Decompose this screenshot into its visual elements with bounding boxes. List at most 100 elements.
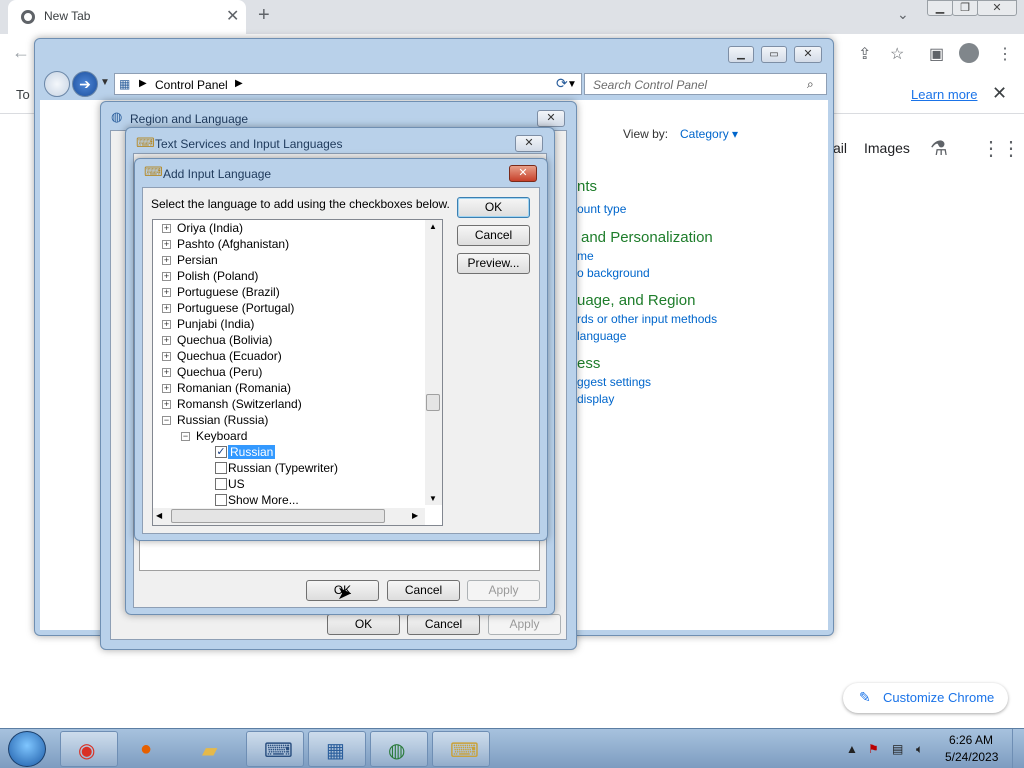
keyboard-option[interactable]: Russian: [228, 445, 276, 459]
new-tab-button[interactable]: +: [258, 4, 270, 27]
expand-icon[interactable]: +: [162, 224, 171, 233]
network-icon[interactable]: ▤: [892, 742, 903, 756]
ail-cancel-button[interactable]: Cancel: [457, 225, 530, 246]
keyboard-option[interactable]: Show More...: [228, 493, 299, 507]
language-item[interactable]: Pashto (Afghanistan): [177, 237, 289, 251]
category-link[interactable]: language: [577, 329, 626, 343]
action-center-icon[interactable]: ⚑: [868, 742, 879, 756]
category-heading[interactable]: and Personalization: [581, 229, 713, 246]
close-button[interactable]: ✕: [977, 0, 1017, 16]
vertical-scrollbar[interactable]: [425, 220, 442, 505]
customize-chrome-button[interactable]: ✎ Customize Chrome: [843, 683, 1008, 713]
rl-close-button[interactable]: ✕: [537, 110, 565, 127]
ail-preview-button[interactable]: Preview...: [457, 253, 530, 274]
cp-maximize-button[interactable]: ▭: [761, 46, 787, 63]
address-field[interactable]: ▦ ▶ Control Panel ▶ ▼: [114, 73, 582, 95]
history-dropdown-icon[interactable]: ▼: [100, 77, 110, 88]
restore-button[interactable]: ❐: [952, 0, 978, 16]
expand-icon[interactable]: +: [162, 304, 171, 313]
expand-icon[interactable]: +: [162, 288, 171, 297]
taskbar-explorer[interactable]: ▰: [184, 731, 242, 767]
checkbox-show-more[interactable]: [215, 494, 227, 506]
star-icon[interactable]: ☆: [890, 44, 904, 64]
taskbar-chrome[interactable]: ◉: [60, 731, 118, 767]
language-item[interactable]: Punjabi (India): [177, 317, 254, 331]
language-item[interactable]: Portuguese (Brazil): [177, 285, 280, 299]
apps-grid-icon[interactable]: ⋮⋮: [981, 136, 1021, 161]
language-item[interactable]: Quechua (Peru): [177, 365, 262, 379]
category-link[interactable]: ount type: [577, 202, 626, 216]
close-tab-icon[interactable]: ✕: [226, 6, 239, 26]
language-item[interactable]: Quechua (Ecuador): [177, 349, 282, 363]
checkbox-russian-typewriter[interactable]: [215, 462, 227, 474]
breadcrumb-chevron-icon[interactable]: ▶: [235, 78, 243, 89]
category-heading[interactable]: ess: [577, 355, 600, 372]
category-link[interactable]: rds or other input methods: [577, 312, 717, 326]
taskbar-region[interactable]: ◍: [370, 731, 428, 767]
minimize-button[interactable]: ▁: [927, 0, 953, 16]
category-link[interactable]: display: [577, 392, 614, 406]
learn-more-link[interactable]: Learn more: [911, 87, 977, 102]
category-heading[interactable]: uage, and Region: [577, 292, 695, 309]
horizontal-scroll-thumb[interactable]: [171, 509, 385, 523]
avatar[interactable]: [959, 43, 979, 63]
view-by-dropdown[interactable]: Category ▾: [680, 127, 738, 141]
clock-date[interactable]: 5/24/2023: [945, 750, 998, 764]
scroll-down-icon[interactable]: ▼: [429, 494, 437, 503]
language-item[interactable]: Romansh (Switzerland): [177, 397, 302, 411]
expand-icon[interactable]: +: [162, 400, 171, 409]
forward-button[interactable]: ➔: [72, 71, 98, 97]
tab-search-icon[interactable]: ⌄: [897, 6, 909, 23]
tray-chevron-icon[interactable]: ▲: [846, 742, 858, 756]
side-panel-icon[interactable]: ▣: [929, 44, 944, 64]
category-heading[interactable]: nts: [577, 178, 597, 195]
keyboard-option[interactable]: Russian (Typewriter): [228, 461, 338, 475]
expand-icon[interactable]: +: [162, 240, 171, 249]
close-icon[interactable]: ✕: [992, 83, 1007, 104]
cp-close-button[interactable]: ✕: [794, 46, 822, 63]
taskbar-control-panel[interactable]: ▦: [308, 731, 366, 767]
share-icon[interactable]: ⇪: [858, 44, 871, 64]
category-link[interactable]: ggest settings: [577, 375, 651, 389]
category-link[interactable]: me: [577, 249, 594, 263]
expand-icon[interactable]: +: [162, 272, 171, 281]
language-item[interactable]: Persian: [177, 253, 218, 267]
scroll-left-icon[interactable]: ◀: [156, 511, 162, 520]
language-item[interactable]: Quechua (Bolivia): [177, 333, 272, 347]
rl-cancel-button[interactable]: Cancel: [407, 614, 480, 635]
labs-icon[interactable]: ⚗: [930, 136, 948, 161]
taskbar-text-services[interactable]: ⌨: [432, 731, 490, 767]
rl-ok-button[interactable]: OK: [327, 614, 400, 635]
cp-minimize-button[interactable]: ▁: [728, 46, 754, 63]
expand-icon[interactable]: +: [162, 256, 171, 265]
rl-apply-button[interactable]: Apply: [488, 614, 561, 635]
expand-icon[interactable]: +: [162, 384, 171, 393]
expand-icon[interactable]: +: [162, 336, 171, 345]
start-button[interactable]: [8, 731, 46, 767]
back-arrow-icon[interactable]: ←: [12, 42, 30, 63]
keyboard-option[interactable]: US: [228, 477, 245, 491]
volume-icon[interactable]: 🔈︎: [916, 742, 923, 757]
language-item-russian[interactable]: Russian (Russia): [177, 413, 268, 427]
checkbox-us[interactable]: [215, 478, 227, 490]
breadcrumb-control-panel[interactable]: Control Panel: [155, 78, 228, 92]
expand-icon[interactable]: +: [162, 352, 171, 361]
show-desktop-button[interactable]: [1012, 729, 1024, 768]
ail-ok-button[interactable]: OK: [457, 197, 530, 218]
gmail-link[interactable]: ail: [833, 140, 847, 156]
collapse-icon[interactable]: −: [181, 432, 190, 441]
language-item[interactable]: Polish (Poland): [177, 269, 258, 283]
taskbar-keyboard[interactable]: ⌨: [246, 731, 304, 767]
ts-close-button[interactable]: ✕: [515, 135, 543, 152]
expand-icon[interactable]: +: [162, 320, 171, 329]
taskbar-firefox[interactable]: ●: [122, 731, 180, 767]
ts-apply-button[interactable]: Apply: [467, 580, 540, 601]
checkbox-russian[interactable]: ✓: [215, 446, 227, 458]
scroll-right-icon[interactable]: ▶: [412, 511, 418, 520]
expand-icon[interactable]: +: [162, 368, 171, 377]
menu-icon[interactable]: ⋮: [997, 44, 1013, 64]
language-item[interactable]: Romanian (Romania): [177, 381, 291, 395]
refresh-icon[interactable]: ⟳: [556, 75, 568, 92]
search-input[interactable]: Search Control Panel ⌕: [584, 73, 827, 95]
ail-close-button[interactable]: ✕: [509, 165, 537, 182]
